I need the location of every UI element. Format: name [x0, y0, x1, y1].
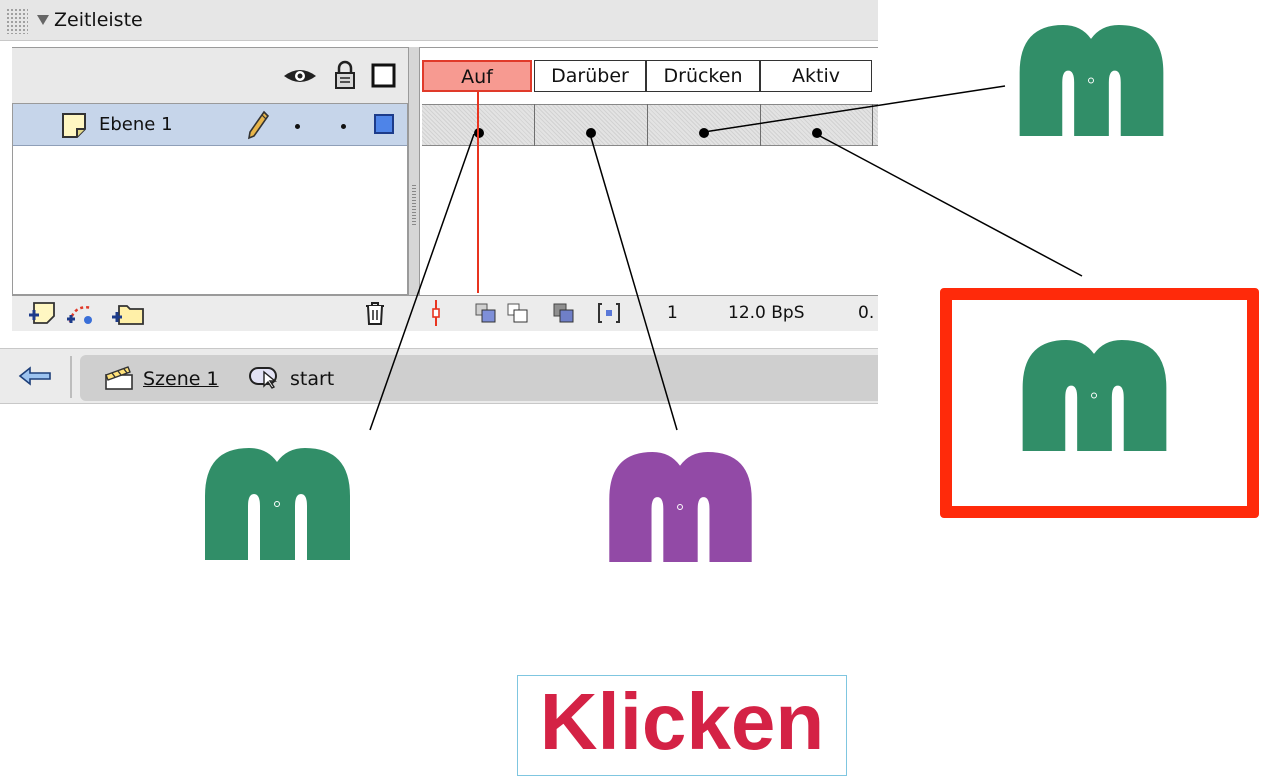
scene-divider	[70, 356, 72, 398]
add-motion-guide-icon[interactable]	[66, 300, 96, 326]
breadcrumb-symbol[interactable]: start	[290, 368, 334, 390]
frame-divider	[872, 104, 873, 146]
back-arrow-icon[interactable]	[18, 366, 52, 386]
down-state-glyph	[1019, 25, 1164, 136]
modify-onion-markers-icon[interactable]	[596, 301, 622, 325]
layer-name[interactable]: Ebene 1	[99, 114, 173, 135]
onion-skin-icon[interactable]	[474, 302, 498, 324]
onion-skin-outlines-icon[interactable]	[506, 302, 530, 324]
outline-square-icon[interactable]	[371, 63, 397, 89]
splitter-grip-icon[interactable]	[412, 185, 416, 225]
center-frame-icon[interactable]	[428, 298, 444, 328]
insert-folder-icon[interactable]	[111, 300, 145, 326]
playhead[interactable]	[477, 92, 479, 293]
trash-icon[interactable]	[363, 300, 387, 326]
frame-label-hit[interactable]: Aktiv	[760, 60, 872, 92]
layer-icon	[62, 113, 86, 138]
collapse-triangle-icon[interactable]	[37, 15, 49, 25]
frame-divider	[647, 104, 648, 146]
keyframe-up[interactable]	[474, 128, 484, 138]
frame-divider	[534, 104, 535, 146]
frame-rate: 12.0 BpS	[728, 303, 805, 323]
frame-label-over[interactable]: Darüber	[534, 60, 646, 92]
keyframe-hit[interactable]	[812, 128, 822, 138]
over-state-glyph	[609, 452, 752, 562]
click-label: Klicken	[539, 677, 825, 766]
button-symbol-icon	[249, 367, 277, 389]
edit-multiple-frames-icon[interactable]	[552, 302, 576, 324]
visibility-dot[interactable]	[295, 124, 300, 129]
outline-color-swatch[interactable]	[374, 114, 394, 134]
lock-icon[interactable]	[333, 60, 357, 90]
frame-label-down[interactable]: Drücken	[646, 60, 760, 92]
breadcrumb-scene[interactable]: Szene 1	[143, 368, 219, 390]
panel-grip-icon[interactable]	[6, 8, 28, 34]
keyframe-over[interactable]	[586, 128, 596, 138]
eye-icon[interactable]	[282, 64, 318, 88]
panel-title: Zeitleiste	[54, 9, 143, 31]
up-state-glyph	[205, 448, 350, 560]
frame-row[interactable]	[422, 104, 878, 146]
elapsed-time: 0.	[858, 303, 875, 323]
hit-state-glyph	[1022, 340, 1167, 451]
current-frame: 1	[667, 303, 678, 323]
keyframe-down[interactable]	[699, 128, 709, 138]
lock-dot[interactable]	[341, 124, 346, 129]
frame-divider	[760, 104, 761, 146]
panel-splitter[interactable]	[408, 47, 420, 295]
scene-icon	[105, 366, 133, 390]
frame-label-up[interactable]: Auf	[422, 60, 532, 92]
pencil-icon	[247, 110, 270, 140]
insert-layer-icon[interactable]	[28, 300, 58, 326]
